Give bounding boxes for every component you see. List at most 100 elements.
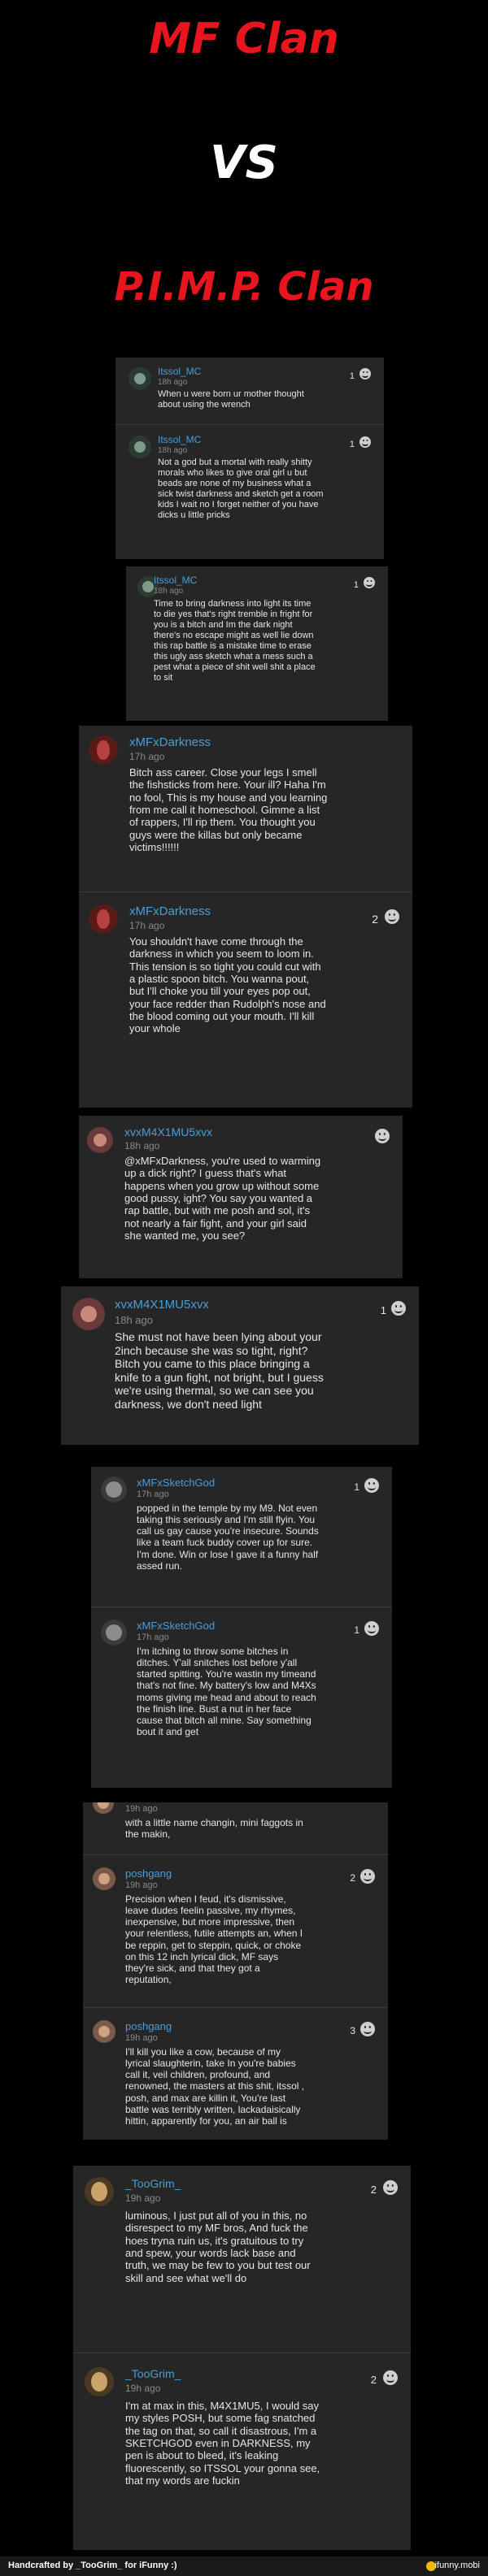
smile-icon[interactable]: [391, 1301, 406, 1316]
username[interactable]: Itssol_MC: [154, 575, 197, 586]
username[interactable]: poshgang: [125, 2020, 172, 2032]
avatar[interactable]: [72, 1298, 105, 1330]
like-count: 2: [372, 913, 378, 926]
comment: Itssol_MC 18h ago When u were born ur mo…: [115, 358, 384, 424]
avatar[interactable]: [85, 2367, 114, 2396]
comment-text: I'm at max in this, M4X1MU5, I would say…: [125, 2400, 320, 2487]
username[interactable]: xvxM4X1MU5xvx: [115, 1298, 209, 1312]
comment: _TooGrim_ 19h ago I'm at max in this, M4…: [73, 2356, 411, 2550]
title-pimp-clan: P.I.M.P. Clan: [114, 264, 374, 310]
timestamp: 17h ago: [129, 751, 165, 762]
smile-icon[interactable]: [383, 2180, 398, 2195]
smile-icon[interactable]: [360, 2022, 375, 2036]
avatar[interactable]: [93, 1802, 114, 1814]
timestamp: 18h ago: [158, 378, 188, 387]
avatar[interactable]: [93, 2020, 115, 2043]
username[interactable]: xMFxDarkness: [129, 735, 211, 749]
like-count: 1: [354, 1481, 359, 1493]
smile-icon[interactable]: [364, 577, 375, 588]
avatar[interactable]: [89, 904, 118, 934]
comment: _TooGrim_ 19h ago luminous, I just put a…: [73, 2166, 411, 2344]
comment-screenshot-8: _TooGrim_ 19h ago luminous, I just put a…: [73, 2166, 411, 2550]
username[interactable]: Itssol_MC: [158, 434, 201, 445]
comment-screenshot-1: Itssol_MC 18h ago When u were born ur mo…: [115, 358, 384, 559]
comment-screenshot-3: xMFxDarkness 17h ago Bitch ass career. C…: [79, 726, 412, 1108]
comment-text: luminous, I just put all of you in this,…: [125, 2210, 311, 2284]
comment-text: with a little name changin, mini faggots…: [125, 1817, 303, 1841]
avatar[interactable]: [129, 367, 151, 390]
avatar[interactable]: [87, 1127, 113, 1153]
timestamp: 17h ago: [137, 1490, 169, 1499]
divider: [83, 2007, 388, 2008]
username[interactable]: xMFxSketchGod: [137, 1620, 215, 1632]
avatar[interactable]: [89, 735, 118, 765]
username[interactable]: Itssol_MC: [158, 366, 201, 377]
like-count: 1: [353, 580, 359, 590]
smile-icon[interactable]: [359, 368, 371, 379]
comment-text: Bitch ass career. Close your legs I smel…: [129, 766, 328, 853]
username[interactable]: xMFxDarkness: [129, 904, 211, 918]
avatar[interactable]: [93, 1867, 115, 1890]
comment: poshgang 19h ago I'll kill you like a co…: [83, 2010, 388, 2140]
comment: 19h ago with a little name changin, mini…: [83, 1802, 388, 1851]
smile-icon[interactable]: [364, 1478, 379, 1493]
comment: xMFxSketchGod 17h ago popped in the temp…: [91, 1467, 392, 1603]
like-count: 3: [350, 2025, 355, 2036]
title-vs: VS: [210, 137, 278, 189]
comment-text: You shouldn't have come through the dark…: [129, 935, 326, 1035]
comment-screenshot-2: Itssol_MC 18h ago Time to bring darkness…: [126, 566, 388, 721]
comment-screenshot-4: xvxM4X1MU5xvx 18h ago @xMFxDarkness, you…: [79, 1116, 403, 1278]
smile-icon[interactable]: [364, 1621, 379, 1636]
smile-icon[interactable]: [383, 2370, 398, 2385]
timestamp: 19h ago: [125, 2383, 161, 2394]
comment-text: When u were born ur mother thought about…: [158, 389, 304, 410]
comment-text: I'm itching to throw some bitches in dit…: [137, 1646, 316, 1738]
footer-bar: Handcrafted by _TooGrim_ for iFunny :) i…: [0, 2556, 488, 2576]
divider: [115, 424, 384, 425]
comment: xMFxSketchGod 17h ago I'm itching to thr…: [91, 1610, 392, 1788]
comment: xvxM4X1MU5xvx 18h ago @xMFxDarkness, you…: [79, 1116, 403, 1278]
like-count: 2: [370, 2184, 377, 2196]
username[interactable]: poshgang: [125, 1867, 172, 1880]
timestamp: 19h ago: [125, 1880, 158, 1890]
smile-icon[interactable]: [375, 1129, 390, 1143]
avatar[interactable]: [85, 2177, 114, 2206]
avatar[interactable]: [129, 436, 151, 458]
smile-icon[interactable]: [360, 1869, 375, 1884]
comment-text: Precision when I feud, it's dismissive, …: [125, 1893, 303, 1986]
comment: poshgang 19h ago Precision when I feud, …: [83, 1858, 388, 2004]
comment-screenshot-6: xMFxSketchGod 17h ago popped in the temp…: [91, 1467, 392, 1788]
username[interactable]: xvxM4X1MU5xvx: [124, 1125, 212, 1138]
comment-text: Time to bring darkness into light its ti…: [154, 599, 316, 683]
comment-text: I'll kill you like a cow, because of my …: [125, 2046, 305, 2127]
comment-text: Not a god but a mortal with really shitt…: [158, 458, 324, 520]
like-count: 1: [349, 371, 355, 381]
timestamp: 18h ago: [154, 587, 184, 596]
footer-brand[interactable]: ifunny.mobi: [435, 2561, 480, 2570]
avatar[interactable]: [101, 1477, 127, 1503]
timestamp: 19h ago: [125, 2033, 158, 2043]
comment-text: popped in the temple by my M9. Not even …: [137, 1503, 319, 1572]
avatar[interactable]: [101, 1620, 127, 1646]
timestamp: 18h ago: [158, 446, 188, 455]
comment: Itssol_MC 18h ago Time to bring darkness…: [126, 566, 388, 721]
smile-icon[interactable]: [385, 909, 399, 924]
timestamp: 18h ago: [124, 1140, 160, 1151]
like-count: 2: [350, 1872, 355, 1884]
comment-screenshot-5: xvxM4X1MU5xvx 18h ago She must not have …: [61, 1286, 419, 1445]
timestamp: 18h ago: [115, 1314, 153, 1326]
timestamp: 19h ago: [125, 1804, 158, 1814]
username[interactable]: _TooGrim_: [125, 2177, 181, 2190]
comment: xvxM4X1MU5xvx 18h ago She must not have …: [61, 1286, 419, 1445]
comment: Itssol_MC 18h ago Not a god but a mortal…: [115, 426, 384, 559]
smile-icon[interactable]: [359, 436, 371, 448]
timestamp: 19h ago: [125, 2192, 161, 2204]
username[interactable]: _TooGrim_: [125, 2367, 181, 2380]
like-count: 1: [380, 1304, 386, 1316]
comment-screenshot-7: 19h ago with a little name changin, mini…: [83, 1802, 388, 2140]
like-count: 2: [370, 2374, 377, 2386]
username[interactable]: xMFxSketchGod: [137, 1477, 215, 1489]
like-count: 1: [354, 1624, 359, 1636]
comment-text: @xMFxDarkness, you're used to warming up…: [124, 1155, 321, 1242]
timestamp: 17h ago: [129, 920, 165, 931]
